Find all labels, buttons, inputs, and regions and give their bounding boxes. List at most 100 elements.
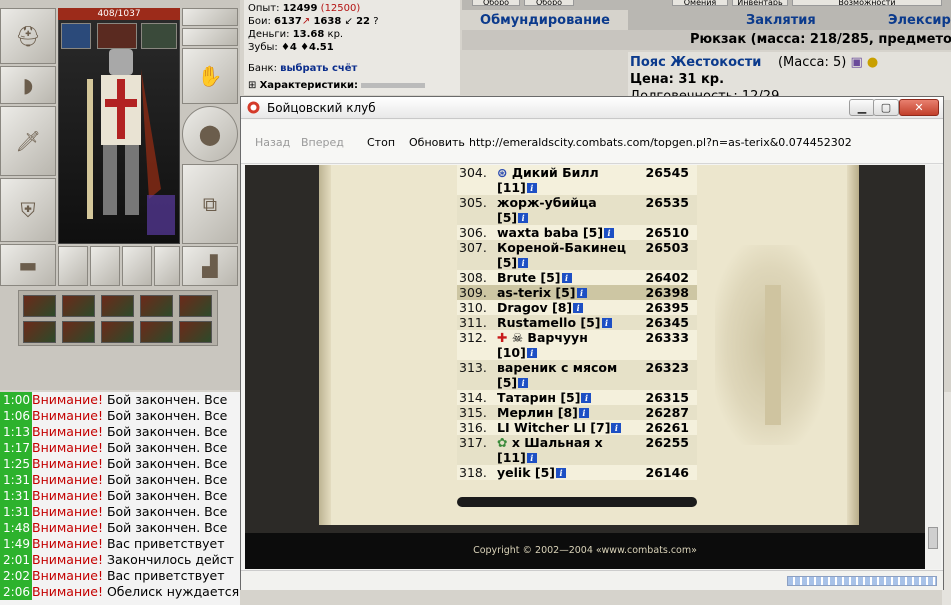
legs-slot[interactable]: ⧉ <box>182 164 238 244</box>
top-tab[interactable]: Возможности <box>792 0 942 6</box>
potion-slot[interactable] <box>23 295 56 317</box>
empty-slot-1[interactable] <box>58 246 88 286</box>
player-name[interactable]: х Шальная х <box>512 435 603 450</box>
player-name[interactable]: Кореной-Бакинец <box>497 240 626 255</box>
expand-icon[interactable]: ⊞ <box>248 80 256 91</box>
player-name[interactable]: [11] <box>497 180 526 195</box>
chat-time[interactable]: 1:48 <box>0 520 32 536</box>
player-name[interactable]: [10] <box>497 345 526 360</box>
player-name[interactable]: Мерлин [8] <box>497 405 578 420</box>
chat-time[interactable]: 1:31 <box>0 504 32 520</box>
info-icon[interactable]: i <box>601 318 612 328</box>
vertical-scrollbar[interactable] <box>925 165 941 569</box>
player-name[interactable]: Варчуун <box>527 330 587 345</box>
window-titlebar[interactable]: Бойцовский клуб ▁ ▢ ✕ <box>241 97 943 119</box>
info-icon[interactable]: i <box>561 273 572 283</box>
characteristics-toggle[interactable]: Характеристики: <box>260 80 358 91</box>
info-icon[interactable]: i <box>526 348 537 358</box>
tab-elixirs[interactable]: Элексир <box>888 10 951 32</box>
tab-equipment[interactable]: Обмундирование <box>462 10 628 32</box>
clan-icon[interactable]: ⊛ <box>497 165 507 180</box>
player-name[interactable]: [5] <box>497 255 517 270</box>
bracers-slot[interactable]: ◗ <box>0 66 56 104</box>
shield-slot[interactable]: ⬤ <box>182 106 238 162</box>
necklace-slot[interactable] <box>182 28 238 46</box>
info-icon[interactable]: i <box>526 183 537 193</box>
info-icon[interactable]: i <box>526 453 537 463</box>
info-icon[interactable]: i <box>604 228 615 238</box>
chat-time[interactable]: 1:06 <box>0 408 32 424</box>
helmet-slot[interactable]: ⛑ <box>0 8 56 64</box>
top-tab[interactable]: Омения <box>672 0 728 6</box>
chat-time[interactable]: 1:25 <box>0 456 32 472</box>
chat-time[interactable]: 2:01 <box>0 552 32 568</box>
top-tab[interactable]: Инвентарь <box>732 0 788 6</box>
top-tab[interactable]: Оборо <box>524 0 574 6</box>
player-name[interactable]: Татарин [5] <box>497 390 580 405</box>
flower-icon[interactable]: ✿ <box>497 435 507 450</box>
info-icon[interactable]: i <box>573 303 584 313</box>
scroll-slot[interactable] <box>62 321 95 343</box>
scroll-slot[interactable] <box>23 321 56 343</box>
scrollbar-thumb[interactable] <box>928 527 938 549</box>
chat-time[interactable]: 1:17 <box>0 440 32 456</box>
chat-time[interactable]: 1:00 <box>0 392 32 408</box>
scroll-slot[interactable] <box>101 321 134 343</box>
empty-slot-4[interactable] <box>154 246 180 286</box>
chat-time[interactable]: 1:31 <box>0 472 32 488</box>
potion-slot[interactable] <box>62 295 95 317</box>
refresh-button[interactable]: Обновить <box>409 136 465 149</box>
armor-slot[interactable]: ⛨ <box>0 178 56 242</box>
info-icon[interactable]: i <box>576 288 587 298</box>
maximize-button[interactable]: ▢ <box>873 99 899 116</box>
player-name[interactable]: Rustamello [5] <box>497 315 601 330</box>
close-button[interactable]: ✕ <box>899 99 939 116</box>
info-icon[interactable]: i <box>578 408 589 418</box>
gloves-slot[interactable]: ✋ <box>182 48 238 104</box>
chat-time[interactable]: 1:31 <box>0 488 32 504</box>
info-icon[interactable]: i <box>518 213 529 223</box>
boots-slot[interactable]: ▟ <box>182 246 238 286</box>
address-bar[interactable]: http://emeraldscity.combats.com/topgen.p… <box>469 136 852 149</box>
empty-slot-3[interactable] <box>122 246 152 286</box>
empty-slot-2[interactable] <box>90 246 120 286</box>
clan-icon[interactable]: ✚ <box>497 330 507 345</box>
bank-select-link[interactable]: выбрать счёт <box>280 63 357 74</box>
player-name[interactable]: waxta baba [5] <box>497 225 603 240</box>
stop-button[interactable]: Стоп <box>367 136 395 149</box>
info-icon[interactable]: i <box>518 258 529 268</box>
chat-time[interactable]: 1:13 <box>0 424 32 440</box>
player-name[interactable]: as-terix [5] <box>497 285 576 300</box>
weapon-slot[interactable]: 🗡 <box>0 106 56 176</box>
info-icon[interactable]: i <box>555 468 566 478</box>
minimize-button[interactable]: ▁ <box>849 99 875 116</box>
slider-track[interactable] <box>361 82 426 88</box>
player-name[interactable]: LI Witcher LI [7] <box>497 420 610 435</box>
earring-slot[interactable] <box>182 8 238 26</box>
forward-button[interactable]: Вперед <box>301 136 344 149</box>
potion-slot[interactable] <box>101 295 134 317</box>
player-name[interactable]: Brute [5] <box>497 270 561 285</box>
player-name[interactable]: Dragov [8] <box>497 300 572 315</box>
player-name[interactable]: Дикий Билл <box>512 165 599 180</box>
chat-time[interactable]: 2:02 <box>0 568 32 584</box>
potion-slot[interactable] <box>140 295 173 317</box>
belt-slot[interactable]: ▬ <box>0 244 56 286</box>
player-name[interactable]: [5] <box>497 210 517 225</box>
player-name[interactable]: [5] <box>497 375 517 390</box>
info-icon[interactable]: i <box>581 393 592 403</box>
scroll-slot[interactable] <box>179 321 212 343</box>
top-tab[interactable]: Оборо <box>472 0 520 6</box>
chat-time[interactable]: 1:49 <box>0 536 32 552</box>
info-icon[interactable]: i <box>518 378 529 388</box>
tab-spells[interactable]: Заклятия <box>746 10 816 32</box>
back-button[interactable]: Назад <box>255 136 290 149</box>
character-avatar[interactable] <box>58 8 180 244</box>
player-name[interactable]: жорж-убийца <box>497 195 597 210</box>
scroll-slot[interactable] <box>140 321 173 343</box>
info-icon[interactable]: i <box>611 423 622 433</box>
player-name[interactable]: [11] <box>497 450 526 465</box>
gift-icon[interactable]: ▣ <box>850 55 862 70</box>
item-name[interactable]: Пояс Жестокости <box>630 55 761 70</box>
chat-time[interactable]: 2:06 <box>0 584 32 600</box>
